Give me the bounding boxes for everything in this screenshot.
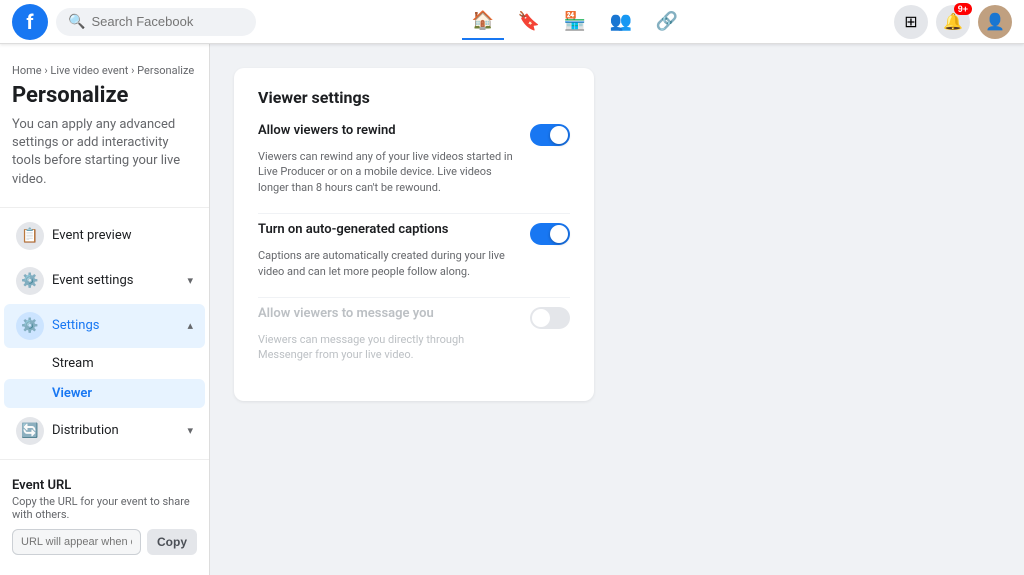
setting-label-rewind: Allow viewers to rewind bbox=[258, 123, 518, 138]
distribution-icon: 🔄 bbox=[16, 417, 44, 445]
nav-notification-button[interactable]: 🔔 9+ bbox=[936, 5, 970, 39]
setting-label-message: Allow viewers to message you bbox=[258, 306, 518, 321]
event-preview-icon: 📋 bbox=[16, 222, 44, 250]
breadcrumb-live-event[interactable]: Live video event bbox=[50, 64, 128, 77]
search-icon: 🔍 bbox=[68, 14, 85, 30]
chevron-up-icon: ▴ bbox=[187, 319, 193, 332]
sidebar-item-event-settings[interactable]: ⚙️ Event settings ▾ bbox=[4, 259, 205, 303]
toggle-captions-slider bbox=[530, 223, 570, 245]
toggle-message-slider bbox=[530, 307, 570, 329]
setting-row-rewind: Allow viewers to rewind Viewers can rewi… bbox=[258, 123, 570, 195]
setting-desc-captions: Captions are automatically created durin… bbox=[258, 248, 570, 279]
setting-row-message: Allow viewers to message you Viewers can… bbox=[258, 306, 570, 363]
event-url-input-row: Copy bbox=[12, 529, 197, 555]
viewer-settings-card: Viewer settings Allow viewers to rewind … bbox=[234, 68, 594, 401]
sidebar-divider bbox=[0, 207, 209, 208]
nav-gaming-button[interactable]: 🔗 bbox=[646, 4, 688, 40]
setting-desc-message: Viewers can message you directly through… bbox=[258, 332, 570, 363]
sidebar-item-event-preview[interactable]: 📋 Event preview bbox=[4, 214, 205, 258]
event-settings-icon: ⚙️ bbox=[16, 267, 44, 295]
nav-center: 🏠 🔖 🏪 👥 🔗 bbox=[462, 4, 688, 40]
nav-bookmark-button[interactable]: 🔖 bbox=[508, 4, 550, 40]
viewer-settings-title: Viewer settings bbox=[258, 88, 570, 107]
nav-marketplace-button[interactable]: 🏪 bbox=[554, 4, 596, 40]
main-content: Viewer settings Allow viewers to rewind … bbox=[210, 44, 1024, 575]
copy-url-button[interactable]: Copy bbox=[147, 529, 197, 555]
settings-divider-1 bbox=[258, 213, 570, 214]
sidebar-item-label: Distribution bbox=[52, 423, 119, 438]
settings-divider-2 bbox=[258, 297, 570, 298]
breadcrumb: Home › Live video event › Personalize bbox=[0, 56, 209, 81]
event-url-description: Copy the URL for your event to share wit… bbox=[12, 495, 197, 521]
sidebar-item-label: Event settings bbox=[52, 273, 133, 288]
nav-left: f 🔍 bbox=[12, 4, 256, 40]
search-input[interactable] bbox=[91, 14, 244, 29]
breadcrumb-home[interactable]: Home bbox=[12, 64, 42, 77]
toggle-rewind-slider bbox=[530, 124, 570, 146]
top-navigation: f 🔍 🏠 🔖 🏪 👥 🔗 ⊞ 🔔 9+ 👤 bbox=[0, 0, 1024, 44]
setting-row-captions: Turn on auto-generated captions Captions… bbox=[258, 222, 570, 279]
settings-icon: ⚙️ bbox=[16, 312, 44, 340]
sidebar-divider-2 bbox=[0, 459, 209, 460]
sidebar-item-settings[interactable]: ⚙️ Settings ▴ bbox=[4, 304, 205, 348]
sidebar-sub-item-viewer[interactable]: Viewer bbox=[4, 379, 205, 408]
setting-desc-rewind: Viewers can rewind any of your live vide… bbox=[258, 149, 570, 195]
setting-label-captions: Turn on auto-generated captions bbox=[258, 222, 518, 237]
search-bar[interactable]: 🔍 bbox=[56, 8, 256, 36]
sidebar-item-label: Event preview bbox=[52, 228, 132, 243]
chevron-down-icon: ▾ bbox=[187, 424, 193, 437]
nav-grid-button[interactable]: ⊞ bbox=[894, 5, 928, 39]
sidebar-page-title: Personalize bbox=[0, 81, 209, 116]
sidebar-item-distribution[interactable]: 🔄 Distribution ▾ bbox=[4, 409, 205, 453]
nav-groups-button[interactable]: 👥 bbox=[600, 4, 642, 40]
toggle-message[interactable] bbox=[530, 307, 570, 329]
breadcrumb-current: Personalize bbox=[137, 64, 194, 77]
sidebar-description: You can apply any advanced settings or a… bbox=[0, 116, 209, 201]
notification-badge: 9+ bbox=[954, 3, 972, 15]
event-url-title: Event URL bbox=[12, 478, 197, 493]
settings-sub-items: Stream Viewer bbox=[0, 349, 209, 408]
toggle-rewind[interactable] bbox=[530, 124, 570, 146]
sidebar: Home › Live video event › Personalize Pe… bbox=[0, 44, 210, 575]
page-layout: Home › Live video event › Personalize Pe… bbox=[0, 44, 1024, 575]
chevron-down-icon: ▾ bbox=[187, 274, 193, 287]
facebook-logo[interactable]: f bbox=[12, 4, 48, 40]
sidebar-sub-item-stream[interactable]: Stream bbox=[4, 349, 205, 378]
nav-home-button[interactable]: 🏠 bbox=[462, 4, 504, 40]
event-url-input[interactable] bbox=[12, 529, 141, 555]
sidebar-item-label: Settings bbox=[52, 318, 99, 333]
nav-right: ⊞ 🔔 9+ 👤 bbox=[894, 5, 1012, 39]
toggle-captions[interactable] bbox=[530, 223, 570, 245]
event-url-section: Event URL Copy the URL for your event to… bbox=[0, 466, 209, 563]
avatar[interactable]: 👤 bbox=[978, 5, 1012, 39]
